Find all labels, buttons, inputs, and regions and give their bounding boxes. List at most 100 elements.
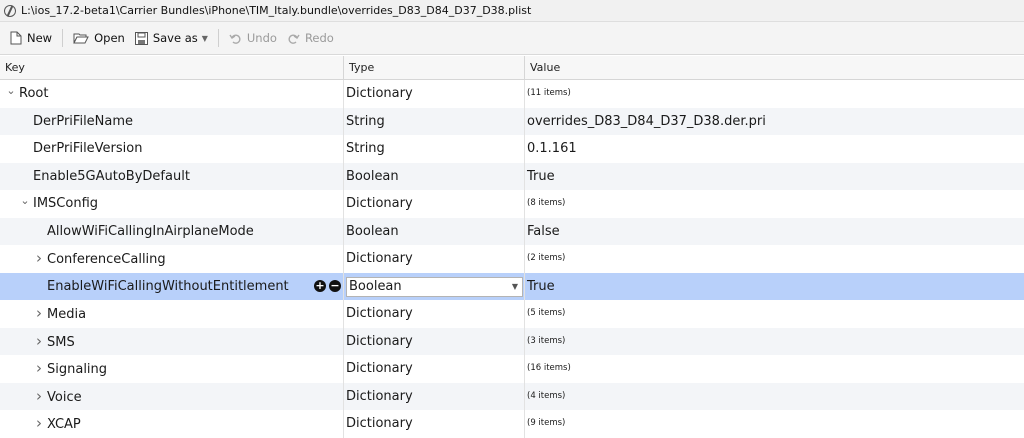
- open-button[interactable]: Open: [68, 26, 130, 50]
- table-row[interactable]: › Signaling Dictionary (16 items): [0, 355, 1024, 383]
- table-row[interactable]: Enable5GAutoByDefault Boolean True: [0, 162, 1024, 191]
- value-cell[interactable]: (11 items): [525, 80, 1024, 108]
- type-cell[interactable]: Dictionary: [344, 410, 524, 438]
- table-row[interactable]: › Voice Dictionary (4 items): [0, 382, 1024, 411]
- value-cell[interactable]: (5 items): [525, 300, 1024, 328]
- column-header-key[interactable]: Key: [0, 56, 344, 80]
- chevron-right-icon[interactable]: ›: [33, 410, 45, 438]
- value-cell[interactable]: (3 items): [525, 328, 1024, 356]
- value-cell[interactable]: (16 items): [525, 355, 1024, 383]
- redo-button[interactable]: Redo: [282, 26, 339, 50]
- chevron-right-icon[interactable]: ›: [33, 328, 45, 356]
- type-cell[interactable]: Dictionary: [344, 383, 524, 411]
- chevron-down-icon[interactable]: ⌄: [19, 190, 31, 215]
- key-label: Media: [47, 307, 87, 322]
- key-label: ConferenceCalling: [47, 252, 166, 267]
- plus-circle-icon[interactable]: +: [314, 279, 326, 292]
- new-document-icon: [10, 31, 22, 45]
- type-cell[interactable]: String: [344, 135, 524, 163]
- new-button[interactable]: New: [5, 26, 57, 50]
- key-cell[interactable]: › Voice: [0, 383, 343, 411]
- key-cell[interactable]: › XCAP: [0, 410, 343, 438]
- value-cell[interactable]: overrides_D83_D84_D37_D38.der.pri: [525, 108, 1024, 136]
- type-select[interactable]: Boolean ▼: [346, 276, 523, 297]
- value-cell[interactable]: False: [525, 218, 1024, 246]
- key-label: AllowWiFiCallingInAirplaneMode: [47, 223, 254, 239]
- type-select-value: Boolean: [349, 278, 402, 294]
- chevron-right-icon[interactable]: ›: [33, 245, 45, 273]
- type-cell[interactable]: Dictionary: [344, 80, 524, 108]
- key-cell[interactable]: EnableWiFiCallingWithoutEntitlement + −: [0, 273, 343, 301]
- folder-open-icon: [73, 33, 89, 44]
- value-cell[interactable]: True: [525, 273, 1024, 301]
- key-cell[interactable]: DerPriFileVersion: [0, 135, 343, 163]
- save-as-button[interactable]: Save as ▼: [130, 26, 213, 50]
- key-label: DerPriFileName: [33, 113, 134, 129]
- value-cell[interactable]: True: [525, 163, 1024, 191]
- table-row[interactable]: › Media Dictionary (5 items): [0, 300, 1024, 328]
- key-cell[interactable]: AllowWiFiCallingInAirplaneMode: [0, 218, 343, 246]
- value-cell[interactable]: 0.1.161: [525, 135, 1024, 163]
- table-row[interactable]: ⌄ IMSConfig Dictionary (8 items): [0, 190, 1024, 218]
- toolbar-separator: [217, 29, 219, 47]
- chevron-down-icon: ▼: [201, 33, 208, 43]
- type-cell[interactable]: Boolean: [344, 163, 524, 191]
- chevron-down-icon[interactable]: ⌄: [5, 80, 17, 105]
- key-label: DerPriFileVersion: [33, 141, 143, 156]
- key-label: Root: [19, 86, 49, 101]
- table-row[interactable]: ⌄ Root Dictionary (11 items): [0, 80, 1024, 108]
- key-cell[interactable]: DerPriFileName: [0, 108, 343, 136]
- column-header-type[interactable]: Type: [344, 56, 525, 80]
- undo-button-label: Undo: [246, 31, 277, 45]
- key-cell[interactable]: ⌄ IMSConfig: [0, 190, 343, 218]
- key-cell[interactable]: ⌄ Root: [0, 80, 343, 108]
- key-cell[interactable]: › Signaling: [0, 355, 343, 383]
- column-header-value[interactable]: Value: [525, 56, 1024, 80]
- chevron-right-icon[interactable]: ›: [33, 383, 45, 411]
- toolbar: New Open Save as ▼ Undo Redo: [0, 22, 1024, 55]
- minus-circle-icon[interactable]: −: [329, 279, 341, 292]
- type-cell[interactable]: Dictionary: [344, 355, 524, 383]
- title-bar: L:\ios_17.2-beta1\Carrier Bundles\iPhone…: [0, 0, 1024, 22]
- redo-icon: [288, 33, 300, 44]
- undo-button[interactable]: Undo: [224, 26, 282, 50]
- save-as-button-label: Save as: [152, 31, 198, 45]
- value-cell[interactable]: (4 items): [525, 383, 1024, 411]
- open-button-label: Open: [94, 31, 125, 45]
- table-row[interactable]: DerPriFileName String overrides_D83_D84_D3…: [0, 107, 1024, 136]
- type-cell[interactable]: Dictionary: [344, 328, 524, 356]
- row-actions: + −: [314, 279, 341, 292]
- floppy-disk-icon: [134, 31, 148, 45]
- value-cell[interactable]: (9 items): [525, 410, 1024, 438]
- type-cell[interactable]: Boolean: [344, 218, 524, 246]
- value-cell[interactable]: (2 items): [525, 245, 1024, 273]
- key-label: Signaling: [47, 362, 108, 377]
- key-label: XCAP: [47, 417, 81, 432]
- table-row[interactable]: › ConferenceCalling Dictionary (2 items): [0, 245, 1024, 273]
- table-row[interactable]: AllowWiFiCallingInAirplaneMode Boolean Fal…: [0, 217, 1024, 246]
- undo-icon: [229, 33, 241, 44]
- table-row[interactable]: DerPriFileVersion String 0.1.161: [0, 135, 1024, 163]
- chevron-down-icon: ▼: [511, 281, 518, 291]
- key-cell[interactable]: › SMS: [0, 328, 343, 356]
- app-icon: [4, 4, 16, 17]
- type-cell[interactable]: Dictionary: [344, 245, 524, 273]
- key-label: SMS: [47, 334, 75, 350]
- type-cell[interactable]: Dictionary: [344, 190, 524, 218]
- key-cell[interactable]: Enable5GAutoByDefault: [0, 163, 343, 191]
- key-label: EnableWiFiCallingWithoutEntitlement: [47, 278, 289, 294]
- chevron-right-icon[interactable]: ›: [33, 355, 45, 383]
- key-cell[interactable]: › ConferenceCalling: [0, 245, 343, 273]
- toolbar-separator: [62, 29, 64, 47]
- new-button-label: New: [27, 31, 53, 45]
- value-cell[interactable]: (8 items): [525, 190, 1024, 218]
- key-cell[interactable]: › Media: [0, 300, 343, 328]
- type-cell[interactable]: Dictionary: [344, 300, 524, 328]
- table-row[interactable]: EnableWiFiCallingWithoutEntitlement + − Boo…: [0, 272, 1024, 301]
- table-row[interactable]: › SMS Dictionary (3 items): [0, 327, 1024, 356]
- redo-button-label: Redo: [304, 31, 334, 45]
- table-row[interactable]: › XCAP Dictionary (9 items): [0, 410, 1024, 438]
- type-cell[interactable]: String: [344, 108, 524, 136]
- chevron-right-icon[interactable]: ›: [33, 300, 45, 328]
- column-divider: [343, 272, 344, 300]
